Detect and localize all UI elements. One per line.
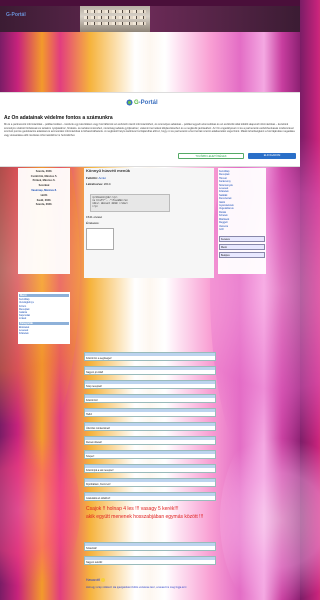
calendar-item: Kedd, 2020. [36,198,52,202]
article-title: Könnyű húsvéti menük [86,168,131,173]
guestbook-post: Üdvözlet mindenkinek! [84,422,216,432]
guestbook-post: Szuper! [84,450,216,460]
calendar-item: Csütörtök, Március 5. [30,174,58,178]
guestbook-post: Remek ötletek! [84,436,216,446]
calendar-list: Szerda, 2020. Csütörtök, Március 5. Pént… [18,168,70,207]
date-line: Létrehozva: 2010. [86,182,112,186]
gportal-logo-icon [126,99,133,106]
guestbook-post: Szép receptek! [84,380,216,390]
header-photo [80,6,150,32]
right-box-search[interactable]: Keresés [219,236,265,242]
more-options-button[interactable]: TOVÁBBI LEHETŐSÉGEK [178,153,244,159]
promo-red-line-1: Csajok !! holnap 4 les !!! vasagy 5 keré… [86,506,179,512]
calendar-item: Hétfő [40,193,48,197]
smiley-icon [101,578,106,583]
right-box-menu[interactable]: Menü [219,244,265,250]
author-link[interactable]: Anikó [99,176,107,180]
calendar-item: Péntek, Március 6. [32,179,56,183]
right-box-login[interactable]: Belépés [219,252,265,258]
guestbook-post: Köszönjük a sok receptet! [84,464,216,474]
guestbook-post: Nagyon tetszik! [84,556,216,566]
calendar-item[interactable]: Vasárnap, Március 8. [18,189,70,192]
nav-heading-categories: Kategóriák [19,321,69,325]
nav-link[interactable]: Linkek [19,317,69,320]
cookie-text: Mi és a partnereink információkat – péld… [4,123,295,137]
guestbook-post: Gratulálok az oldalhoz! [84,492,216,502]
header-band [0,6,300,32]
guestbook-post: Köszönöm a segítséget! [84,352,216,362]
article-image [86,228,114,250]
guestbook-post: Nagyon jó oldal! [84,366,216,376]
promo-blue-line-1: Havazott! [86,578,106,583]
accept-button[interactable]: ELFOGADOM [248,153,296,159]
guestbook-post: Hello! [84,408,216,418]
nav-heading: Menü [19,294,69,298]
calendar-item: Szerda, 2020. [35,169,53,173]
promo-blue-line-2: Holt egy szép vidéken! Ha igazgatóként b… [86,586,187,589]
site-logo-small[interactable]: G-Portál [6,12,26,18]
guestbook-post: Kipróbáltam, finom lett! [84,478,216,488]
right-link[interactable]: Grill [219,228,265,231]
author-line: Feltöltő: Anikó [86,176,107,180]
nav-link[interactable]: Főételek [19,332,69,335]
right-link-list: Kezdőlap Receptek Húsvét Karácsony Sütem… [219,170,265,231]
read-counter: 1541 olvasó [86,215,103,219]
cookie-title: Az On adatainak védelme fontos a számunk… [4,115,113,121]
cookie-consent-dialog: G-Portál Az On adatainak védelme fontos … [0,92,300,167]
guestbook: Köszönöm a segítséget! Nagyon jó oldal! … [84,352,216,600]
left-nav: Menü Kezdőlap Vendégkönyv Fórum Receptek… [18,292,70,344]
gportal-logo: G-Portál [126,99,158,106]
calendar-item: Szombat [38,184,50,188]
background-swirl-bottom-left [0,420,80,600]
guestbook-post: Köszönöm! [84,394,216,404]
rating-label: Értékelés: [86,221,100,225]
promo-red-line-2: akik együtt menenek hosszabjában egymás … [86,514,204,520]
code-line: </p> [92,205,99,208]
calendar-item: Szerda, 2020. [35,203,53,207]
code-box: <p>Köszönjük!</p> <a href="...">Tovább</… [90,194,170,212]
guestbook-post: Sziasztok! [84,542,216,552]
